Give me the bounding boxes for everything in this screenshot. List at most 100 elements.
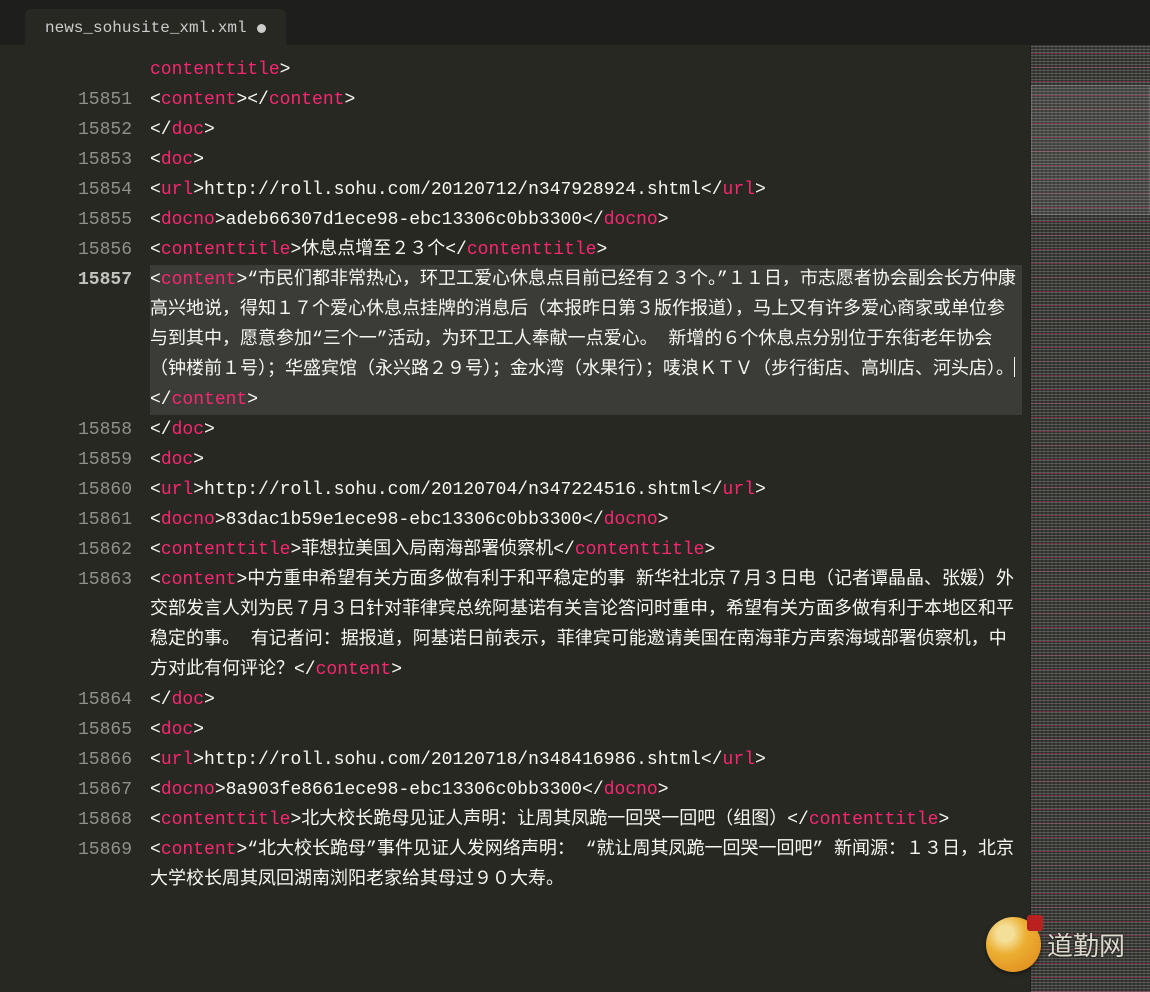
code-line[interactable]: <content>“市民们都非常热心，环卫工爱心休息点目前已经有２３个。”１１日… xyxy=(150,265,1022,415)
xml-bracket: > xyxy=(215,210,226,230)
code-line[interactable]: < docno >8a903fe8661ece98-ebc13306c0bb3300… xyxy=(150,775,1022,805)
xml-text: “北大校长跪母”事件见证人发网络声明： “就让周其凤跪一回哭一回吧” 新闻源：１… xyxy=(150,840,1014,890)
xml-tag: docno xyxy=(604,780,658,800)
code-line[interactable]: <docno>adeb66307d1ece98-ebc13306c0bb3300… xyxy=(150,205,1022,235)
xml-bracket: </ xyxy=(150,390,172,410)
xml-bracket: </ xyxy=(701,750,723,770)
line-number-gutter[interactable]: 1585115852158531585415855158561585715858… xyxy=(0,45,150,992)
xml-bracket: > xyxy=(236,570,247,590)
code-line[interactable]: <content>中方重申希望有关方面多做有利于和平稳定的事 新华社北京７月３日… xyxy=(150,565,1022,685)
xml-bracket: < xyxy=(150,720,161,740)
xml-text: adeb66307d1ece98-ebc13306c0bb3300 xyxy=(226,210,582,230)
line-number[interactable]: 15855 xyxy=(0,205,132,235)
xml-bracket: > xyxy=(658,510,669,530)
code-line[interactable]: contenttitle> xyxy=(150,55,1022,85)
minimap[interactable] xyxy=(1030,45,1150,992)
code-line[interactable]: <contenttitle>休息点增至２３个</contenttitle> xyxy=(150,235,1022,265)
xml-tag: doc xyxy=(161,150,193,170)
xml-bracket: </ xyxy=(787,810,809,830)
line-number[interactable]: 15859 xyxy=(0,445,132,475)
line-number[interactable]: 15869 xyxy=(0,835,132,895)
watermark: 道勤网 xyxy=(986,917,1125,972)
code-line[interactable]: <doc> xyxy=(150,715,1022,745)
xml-bracket: < xyxy=(150,780,161,800)
xml-bracket: > xyxy=(704,540,715,560)
line-number[interactable]: 15857 xyxy=(0,265,132,415)
xml-bracket: < xyxy=(150,450,161,470)
xml-bracket: </ xyxy=(582,780,604,800)
xml-tag: contenttitle xyxy=(161,540,291,560)
line-number[interactable]: 15853 xyxy=(0,145,132,175)
xml-bracket: > xyxy=(236,840,247,860)
xml-bracket: > xyxy=(215,780,226,800)
xml-bracket: < xyxy=(150,750,161,770)
xml-bracket: < xyxy=(150,510,161,530)
xml-bracket: > xyxy=(204,420,215,440)
code-line[interactable]: <url>http://roll.sohu.com/20120712/n3479… xyxy=(150,175,1022,205)
xml-tag: url xyxy=(723,180,755,200)
xml-bracket: < xyxy=(150,540,161,560)
code-line[interactable]: </doc> xyxy=(150,115,1022,145)
code-line[interactable]: <content>“北大校长跪母”事件见证人发网络声明： “就让周其凤跪一回哭一… xyxy=(150,835,1022,895)
xml-bracket: > xyxy=(204,690,215,710)
code-line[interactable]: <url>http://roll.sohu.com/20120718/n3484… xyxy=(150,745,1022,775)
line-number[interactable]: 15862 xyxy=(0,535,132,565)
code-line[interactable]: <contenttitle>菲想拉美国入局南海部署侦察机</contenttit… xyxy=(150,535,1022,565)
xml-tag: content xyxy=(269,90,345,110)
code-line[interactable]: <contenttitle>北大校长跪母见证人声明：让周其凤跪一回哭一回吧（组图… xyxy=(150,805,1022,835)
code-line[interactable]: <content></content> xyxy=(150,85,1022,115)
code-content[interactable]: contenttitle><content></content></doc><d… xyxy=(150,45,1030,992)
xml-bracket: </ xyxy=(445,240,467,260)
code-line[interactable]: <url>http://roll.sohu.com/20120704/n3472… xyxy=(150,475,1022,505)
code-line[interactable]: <doc> xyxy=(150,145,1022,175)
xml-bracket: > xyxy=(755,480,766,500)
xml-bracket: < xyxy=(150,150,161,170)
dirty-indicator-icon xyxy=(257,24,266,33)
xml-tag: contenttitle xyxy=(161,240,291,260)
line-number[interactable]: 15867 xyxy=(0,775,132,805)
xml-tag: content xyxy=(172,390,248,410)
line-number[interactable] xyxy=(0,55,132,85)
xml-tag: content xyxy=(316,660,392,680)
code-line[interactable]: </doc> xyxy=(150,415,1022,445)
xml-bracket: < xyxy=(150,570,161,590)
line-number[interactable]: 15858 xyxy=(0,415,132,445)
minimap-viewport[interactable] xyxy=(1031,85,1150,215)
xml-tag: doc xyxy=(161,450,193,470)
line-number[interactable]: 15868 xyxy=(0,805,132,835)
tab-filename: news_sohusite_xml.xml xyxy=(45,19,247,37)
line-number[interactable]: 15852 xyxy=(0,115,132,145)
xml-bracket: < xyxy=(150,180,161,200)
line-number[interactable]: 15864 xyxy=(0,685,132,715)
xml-bracket: > xyxy=(193,480,204,500)
xml-text: 菲想拉美国入局南海部署侦察机 xyxy=(301,540,553,560)
xml-bracket: > xyxy=(755,750,766,770)
xml-bracket: > xyxy=(204,120,215,140)
line-number[interactable]: 15856 xyxy=(0,235,132,265)
xml-text: http://roll.sohu.com/20120718/n348416986… xyxy=(204,750,701,770)
line-number[interactable]: 15860 xyxy=(0,475,132,505)
xml-tag: content xyxy=(161,570,237,590)
file-tab[interactable]: news_sohusite_xml.xml xyxy=(25,9,286,45)
line-number[interactable]: 15854 xyxy=(0,175,132,205)
line-number[interactable]: 15863 xyxy=(0,565,132,685)
line-number[interactable]: 15866 xyxy=(0,745,132,775)
xml-tag: contenttitle xyxy=(575,540,705,560)
xml-bracket: </ xyxy=(294,660,316,680)
line-number[interactable]: 15851 xyxy=(0,85,132,115)
xml-bracket: ></ xyxy=(236,90,268,110)
code-line[interactable]: </doc> xyxy=(150,685,1022,715)
line-number[interactable]: 15861 xyxy=(0,505,132,535)
code-line[interactable]: <docno>83dac1b59e1ece98-ebc13306c0bb3300… xyxy=(150,505,1022,535)
code-line[interactable]: <doc> xyxy=(150,445,1022,475)
xml-text: 8a903fe8661ece98-ebc13306c0bb3300 xyxy=(226,780,582,800)
xml-bracket: > xyxy=(280,60,291,80)
xml-bracket: > xyxy=(344,90,355,110)
xml-tag: contenttitle xyxy=(161,810,291,830)
xml-tag: docno xyxy=(604,510,658,530)
xml-bracket: < xyxy=(150,810,161,830)
tab-bar: news_sohusite_xml.xml xyxy=(0,0,1150,45)
line-number[interactable]: 15865 xyxy=(0,715,132,745)
xml-text: http://roll.sohu.com/20120712/n347928924… xyxy=(204,180,701,200)
xml-bracket: < xyxy=(150,210,161,230)
